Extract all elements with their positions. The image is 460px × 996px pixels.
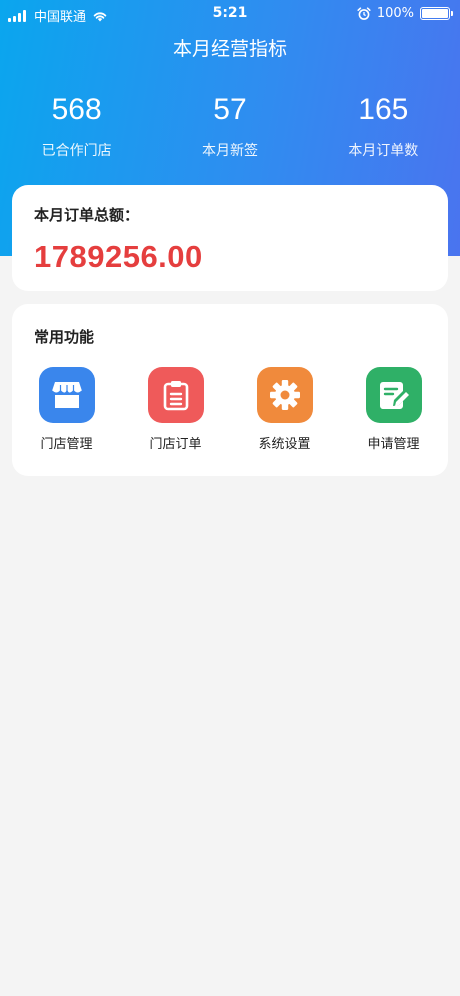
store-management-label: 门店管理 [40, 437, 93, 452]
stat-order-count: 165 本月订单数 [307, 90, 460, 160]
stat-new-signed: 57 本月新签 [153, 90, 306, 160]
application-management-button[interactable]: 申请管理 [339, 367, 448, 452]
order-total-amount: 1789256.00 [34, 239, 203, 274]
status-right: 100% [357, 6, 453, 21]
alarm-icon [357, 6, 371, 20]
system-settings-label: 系统设置 [258, 437, 311, 452]
stat-label: 已合作门店 [41, 143, 112, 159]
edit-document-icon [365, 367, 422, 423]
store-icon [38, 367, 95, 423]
order-total-title: 本月订单总额： [34, 206, 140, 224]
application-management-label: 申请管理 [367, 437, 420, 452]
page-title: 本月经营指标 [172, 38, 287, 60]
status-bar: 中国联通 5:21 100% [0, 0, 460, 30]
store-orders-button[interactable]: 门店订单 [121, 367, 230, 452]
stat-value: 165 [358, 93, 409, 126]
store-management-button[interactable]: 门店管理 [12, 367, 121, 452]
common-functions-title: 常用功能 [34, 328, 95, 346]
battery-icon [420, 7, 453, 20]
clipboard-icon [147, 367, 204, 423]
screen: 中国联通 5:21 100% 本月经营指标 568 已合作门店 57 本月新签 … [0, 0, 460, 996]
stat-label: 本月订单数 [348, 143, 419, 159]
store-orders-label: 门店订单 [149, 437, 202, 452]
stat-partner-stores: 568 已合作门店 [0, 90, 153, 160]
stats-row: 568 已合作门店 57 本月新签 165 本月订单数 [0, 90, 460, 160]
stat-value: 57 [213, 93, 247, 126]
order-total-card: 本月订单总额： 1789256.00 [12, 185, 448, 291]
battery-percent: 100% [376, 6, 414, 21]
stat-label: 本月新签 [201, 143, 258, 159]
gear-icon [256, 367, 313, 423]
system-settings-button[interactable]: 系统设置 [230, 367, 339, 452]
function-grid: 门店管理 门店订单 系统设置 申请管理 [12, 367, 448, 452]
stat-value: 568 [51, 93, 102, 126]
common-functions-card: 常用功能 门店管理 门店订单 系统设置 申请管理 [12, 304, 448, 476]
